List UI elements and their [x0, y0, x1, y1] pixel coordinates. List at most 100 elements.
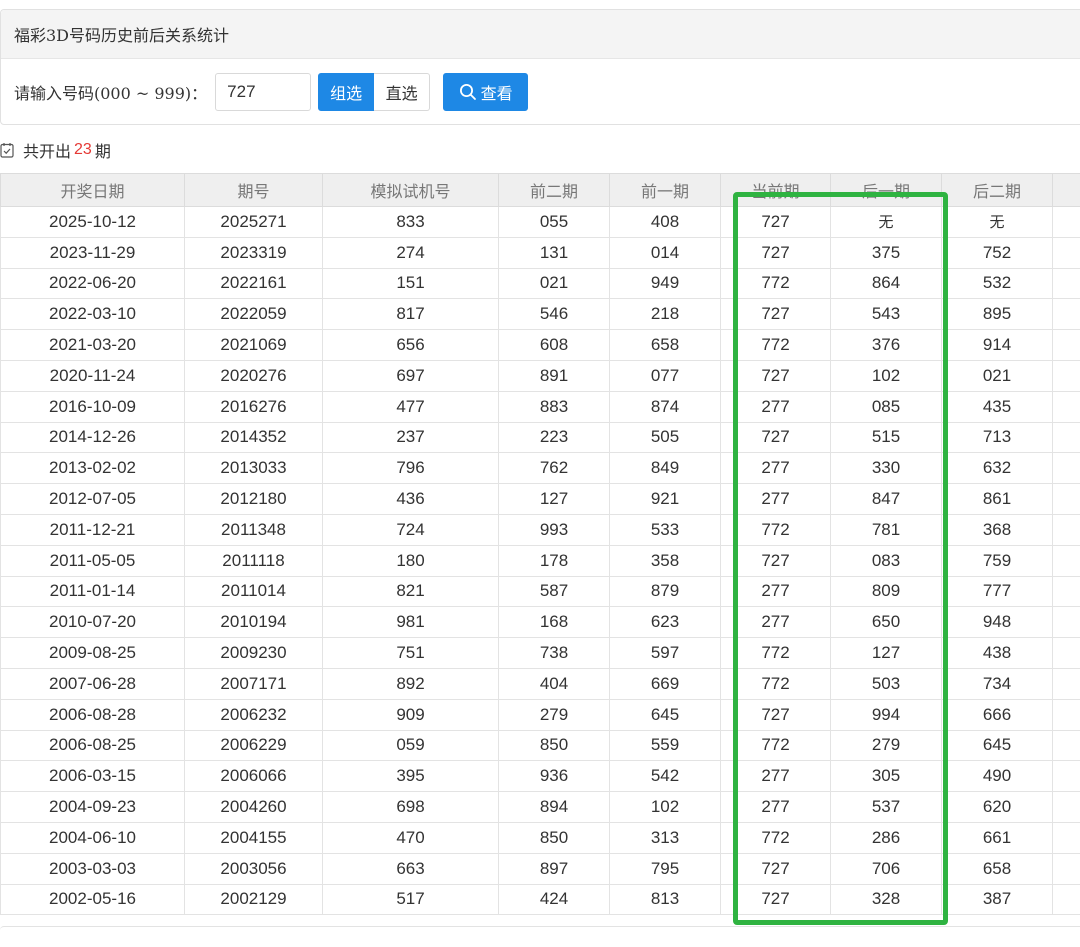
col-header-draw-date[interactable]: 开奖日期 — [1, 174, 185, 207]
cell-current: 727 — [721, 699, 831, 730]
cell-prev-two: 055 — [499, 207, 610, 238]
cell-draw-date: 2010-07-20 — [1, 607, 185, 638]
cell-next-two: 666 — [942, 699, 1053, 730]
cell-draw-date: 2020-11-24 — [1, 360, 185, 391]
cell-prev-one: 102 — [610, 792, 721, 823]
cell-next-one: 503 — [831, 668, 942, 699]
cell-extra — [1053, 514, 1080, 545]
cell-next-two: 661 — [942, 822, 1053, 853]
cell-next-one: 无 — [831, 207, 942, 238]
cell-current: 727 — [721, 360, 831, 391]
cell-next-one: 515 — [831, 422, 942, 453]
col-header-extra — [1053, 174, 1080, 207]
cell-draw-date: 2022-06-20 — [1, 268, 185, 299]
search-icon — [459, 83, 477, 101]
cell-current: 277 — [721, 576, 831, 607]
cell-issue-no: 2002129 — [185, 884, 323, 915]
table-row: 2022-03-102022059817546218727543895 — [1, 299, 1080, 330]
result-summary: 共开出 23 期 — [0, 138, 111, 162]
col-header-prev-one[interactable]: 前一期 — [610, 174, 721, 207]
cell-extra — [1053, 299, 1080, 330]
cell-prev-one: 874 — [610, 391, 721, 422]
group-select-button[interactable]: 组选 — [318, 73, 374, 111]
col-header-current[interactable]: 当前期 — [721, 174, 831, 207]
cell-current: 727 — [721, 422, 831, 453]
cell-issue-no: 2009230 — [185, 638, 323, 669]
col-header-next-one[interactable]: 后一期 — [831, 174, 942, 207]
cell-draw-date: 2002-05-16 — [1, 884, 185, 915]
cell-extra — [1053, 761, 1080, 792]
cell-prev-two: 897 — [499, 853, 610, 884]
cell-current: 727 — [721, 237, 831, 268]
cell-extra — [1053, 668, 1080, 699]
cell-extra — [1053, 330, 1080, 361]
cell-extra — [1053, 576, 1080, 607]
cell-next-two: 752 — [942, 237, 1053, 268]
cell-extra — [1053, 730, 1080, 761]
cell-prev-two: 993 — [499, 514, 610, 545]
direct-select-button[interactable]: 直选 — [374, 73, 430, 111]
col-header-issue-no[interactable]: 期号 — [185, 174, 323, 207]
cell-prev-one: 559 — [610, 730, 721, 761]
cell-issue-no: 2025271 — [185, 207, 323, 238]
cell-test-number: 477 — [323, 391, 499, 422]
cell-test-number: 059 — [323, 730, 499, 761]
cell-next-one: 994 — [831, 699, 942, 730]
col-header-test-number[interactable]: 模拟试机号 — [323, 174, 499, 207]
cell-prev-two: 223 — [499, 422, 610, 453]
cell-test-number: 821 — [323, 576, 499, 607]
cell-next-two: 438 — [942, 638, 1053, 669]
table-row: 2016-10-092016276477883874277085435 — [1, 391, 1080, 422]
cell-prev-one: 597 — [610, 638, 721, 669]
cell-test-number: 698 — [323, 792, 499, 823]
table-row: 2013-02-022013033796762849277330632 — [1, 453, 1080, 484]
view-button[interactable]: 查看 — [443, 73, 528, 111]
cell-extra — [1053, 268, 1080, 299]
cell-test-number: 436 — [323, 484, 499, 515]
cell-current: 772 — [721, 514, 831, 545]
cell-next-one: 330 — [831, 453, 942, 484]
cell-issue-no: 2011348 — [185, 514, 323, 545]
table-row: 2011-01-142011014821587879277809777 — [1, 576, 1080, 607]
cell-extra — [1053, 853, 1080, 884]
cell-test-number: 909 — [323, 699, 499, 730]
cell-next-one: 809 — [831, 576, 942, 607]
panel-header: 福彩3D号码历史前后关系统计 — [1, 10, 1080, 59]
calendar-check-icon — [0, 142, 14, 158]
cell-current: 277 — [721, 792, 831, 823]
cell-issue-no: 2020276 — [185, 360, 323, 391]
table-row: 2003-03-032003056663897795727706658 — [1, 853, 1080, 884]
cell-prev-one: 358 — [610, 545, 721, 576]
cell-issue-no: 2007171 — [185, 668, 323, 699]
cell-next-one: 083 — [831, 545, 942, 576]
cell-draw-date: 2007-06-28 — [1, 668, 185, 699]
table-row: 2002-05-162002129517424813727328387 — [1, 884, 1080, 915]
col-header-prev-two[interactable]: 前二期 — [499, 174, 610, 207]
table-row: 2011-05-052011118180178358727083759 — [1, 545, 1080, 576]
cell-draw-date: 2023-11-29 — [1, 237, 185, 268]
number-input[interactable] — [215, 73, 311, 111]
cell-test-number: 697 — [323, 360, 499, 391]
col-header-next-two[interactable]: 后二期 — [942, 174, 1053, 207]
cell-prev-two: 127 — [499, 484, 610, 515]
cell-next-two: 895 — [942, 299, 1053, 330]
cell-issue-no: 2022059 — [185, 299, 323, 330]
cell-draw-date: 2014-12-26 — [1, 422, 185, 453]
cell-issue-no: 2011014 — [185, 576, 323, 607]
cell-prev-two: 279 — [499, 699, 610, 730]
cell-current: 772 — [721, 730, 831, 761]
cell-issue-no: 2023319 — [185, 237, 323, 268]
cell-issue-no: 2014352 — [185, 422, 323, 453]
cell-next-one: 706 — [831, 853, 942, 884]
cell-test-number: 180 — [323, 545, 499, 576]
cell-prev-one: 623 — [610, 607, 721, 638]
cell-prev-one: 645 — [610, 699, 721, 730]
cell-extra — [1053, 884, 1080, 915]
cell-test-number: 833 — [323, 207, 499, 238]
cell-draw-date: 2009-08-25 — [1, 638, 185, 669]
cell-test-number: 663 — [323, 853, 499, 884]
page-title: 福彩3D号码历史前后关系统计 — [14, 22, 229, 46]
table-row: 2010-07-202010194981168623277650948 — [1, 607, 1080, 638]
table-row: 2021-03-202021069656608658772376914 — [1, 330, 1080, 361]
cell-test-number: 817 — [323, 299, 499, 330]
